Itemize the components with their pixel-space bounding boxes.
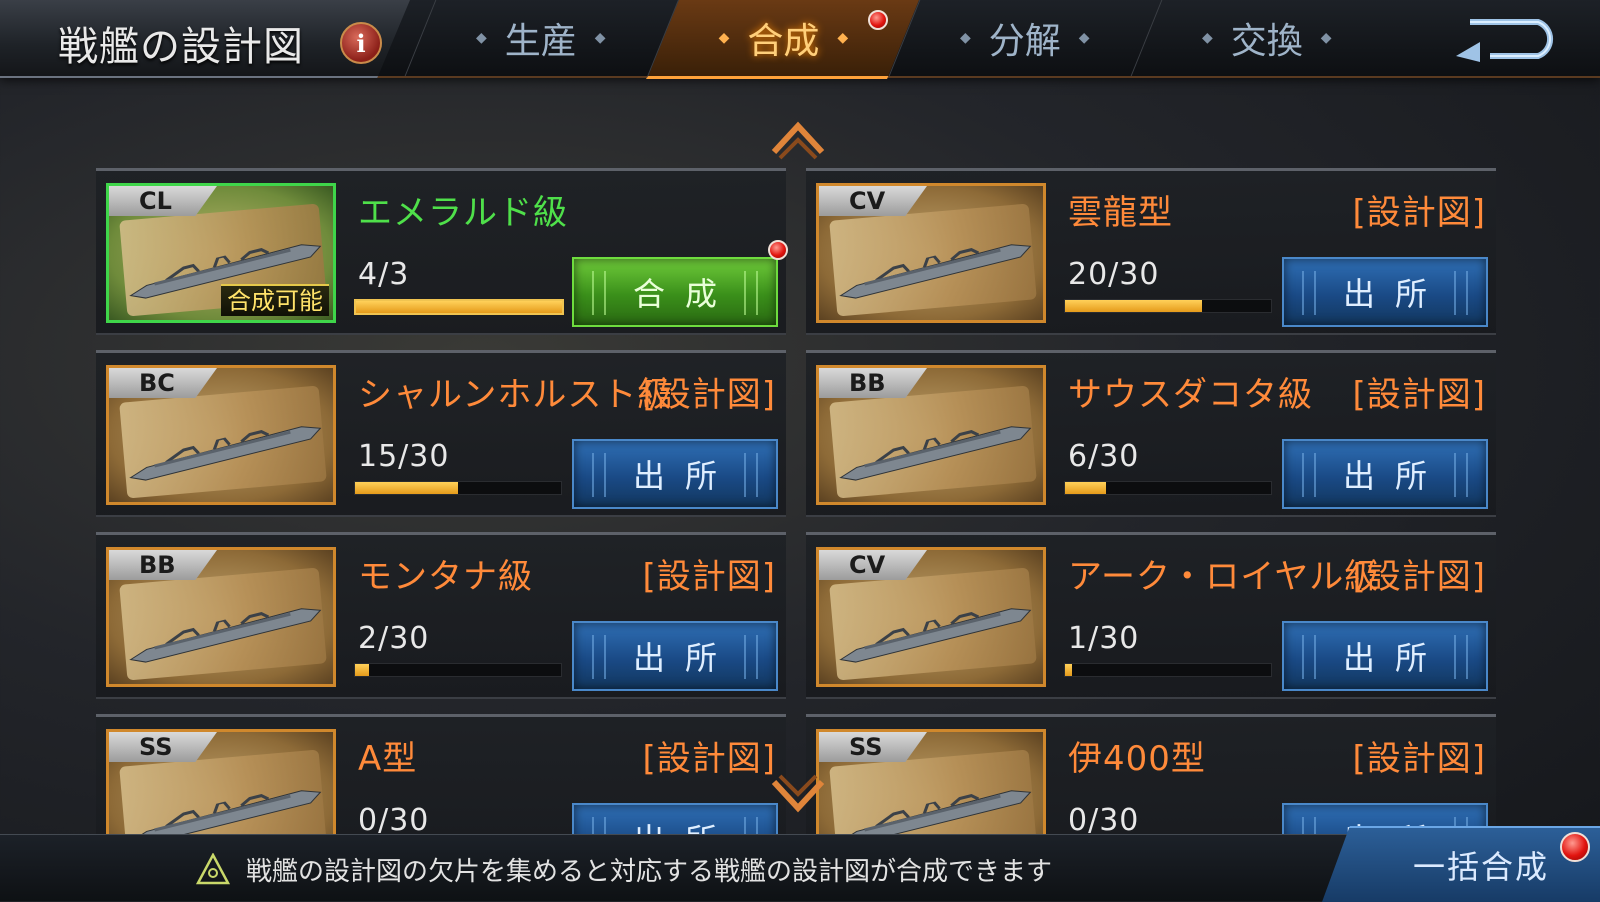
ship-name: エメラルド級 bbox=[358, 193, 568, 233]
blueprint-card[interactable]: BC シャルンホルスト級 [設計図] 15/30 出所 bbox=[96, 350, 786, 517]
ready-badge: 合成可能 bbox=[221, 284, 329, 316]
diamond-icon: ◆ bbox=[595, 30, 606, 46]
notification-dot bbox=[1560, 832, 1590, 862]
synthesize-button[interactable]: 合成 bbox=[572, 257, 778, 327]
source-button[interactable]: 出所 bbox=[572, 439, 778, 509]
ship-thumbnail[interactable]: CL 合成可能 bbox=[106, 183, 336, 323]
fragment-count: 20/30 bbox=[1068, 257, 1160, 292]
fragment-count: 2/30 bbox=[358, 621, 430, 656]
progress-fill bbox=[1065, 300, 1203, 312]
blueprint-tag: [設計図] bbox=[642, 739, 776, 779]
ship-name: サウスダコタ級 bbox=[1068, 375, 1313, 415]
blueprint-tag: [設計図] bbox=[1352, 739, 1486, 779]
fragment-count: 1/30 bbox=[1068, 621, 1140, 656]
diamond-icon: ◆ bbox=[718, 30, 730, 46]
page-title: 戦艦の設計図 bbox=[58, 24, 304, 70]
blueprint-tag: [設計図] bbox=[642, 557, 776, 597]
progress-bar bbox=[1064, 299, 1272, 313]
ship-type-tag: CV bbox=[819, 550, 927, 580]
ship-thumbnail[interactable]: BB bbox=[106, 547, 336, 687]
ship-name: シャルンホルスト級 bbox=[358, 375, 673, 415]
tab-label: 交換 bbox=[1230, 21, 1303, 62]
blueprint-card[interactable]: CV アーク・ロイヤル級 [設計図] 1/30 出所 bbox=[806, 532, 1496, 699]
ship-thumbnail[interactable]: BC bbox=[106, 365, 336, 505]
tab-label: 合成 bbox=[747, 21, 820, 62]
progress-bar bbox=[354, 481, 562, 495]
blueprint-tag: [設計図] bbox=[642, 375, 776, 415]
tab-label: 分解 bbox=[988, 21, 1061, 62]
notification-dot bbox=[768, 240, 788, 260]
ship-name: モンタナ級 bbox=[358, 557, 533, 597]
diamond-icon: ◆ bbox=[1079, 30, 1090, 46]
progress-fill bbox=[356, 301, 562, 313]
ship-name: 雲龍型 bbox=[1068, 193, 1173, 233]
diamond-icon: ◆ bbox=[476, 30, 487, 46]
bulk-synthesis-button[interactable]: 一括合成 bbox=[1322, 826, 1600, 902]
source-button[interactable]: 出所 bbox=[1282, 439, 1488, 509]
notification-dot bbox=[868, 10, 888, 30]
progress-bar bbox=[354, 663, 562, 677]
ship-type-tag: CL bbox=[109, 186, 217, 216]
ship-type-tag: BB bbox=[819, 368, 927, 398]
scroll-up-icon[interactable] bbox=[768, 112, 828, 162]
source-button[interactable]: 出所 bbox=[1282, 257, 1488, 327]
ship-name: アーク・ロイヤル級 bbox=[1068, 557, 1380, 597]
hint-text: 戦艦の設計図の欠片を集めると対応する戦艦の設計図が合成できます bbox=[246, 857, 1053, 887]
ship-type-tag: BC bbox=[109, 368, 217, 398]
ship-type-tag: SS bbox=[109, 732, 217, 762]
source-button[interactable]: 出所 bbox=[1282, 621, 1488, 691]
blueprint-tag: [設計図] bbox=[1352, 375, 1486, 415]
fragment-count: 0/30 bbox=[358, 803, 430, 838]
bulk-synthesis-label: 一括合成 bbox=[1412, 848, 1549, 886]
scroll-down-icon[interactable] bbox=[768, 772, 828, 822]
ship-type-tag: SS bbox=[819, 732, 927, 762]
info-icon[interactable]: i bbox=[340, 22, 382, 64]
fragment-count: 4/3 bbox=[358, 257, 410, 292]
fragment-count: 6/30 bbox=[1068, 439, 1140, 474]
ship-type-tag: CV bbox=[819, 186, 927, 216]
progress-fill bbox=[1065, 482, 1107, 494]
ship-name: A型 bbox=[358, 739, 418, 779]
progress-bar bbox=[1064, 481, 1272, 495]
back-arrow-icon[interactable] bbox=[1450, 16, 1562, 62]
top-bar: 戦艦の設計図 i ◆ 生産 ◆ ◆ 合成 ◆ ◆ 分解 ◆ ◆ 交換 ◆ bbox=[0, 0, 1600, 79]
ship-thumbnail[interactable]: CV bbox=[816, 547, 1046, 687]
tab-exchange[interactable]: ◆ 交換 ◆ bbox=[1130, 0, 1403, 76]
ship-thumbnail[interactable]: CV bbox=[816, 183, 1046, 323]
progress-bar bbox=[1064, 663, 1272, 677]
fragment-count: 0/30 bbox=[1068, 803, 1140, 838]
progress-fill bbox=[355, 482, 458, 494]
diamond-icon: ◆ bbox=[1202, 30, 1213, 46]
progress-fill bbox=[1065, 664, 1072, 676]
ship-thumbnail[interactable]: BB bbox=[816, 365, 1046, 505]
blueprint-card[interactable]: BB サウスダコタ級 [設計図] 6/30 出所 bbox=[806, 350, 1496, 517]
blueprint-card[interactable]: CL 合成可能 エメラルド級 4/3 合成 bbox=[96, 168, 786, 335]
blueprint-tag: [設計図] bbox=[1352, 557, 1486, 597]
blueprint-tag: [設計図] bbox=[1352, 193, 1486, 233]
tab-label: 生産 bbox=[504, 21, 577, 62]
blueprint-card[interactable]: BB モンタナ級 [設計図] 2/30 出所 bbox=[96, 532, 786, 699]
diamond-icon: ◆ bbox=[837, 30, 849, 46]
diamond-icon: ◆ bbox=[960, 30, 971, 46]
ship-type-tag: BB bbox=[109, 550, 217, 580]
fragment-count: 15/30 bbox=[358, 439, 450, 474]
tab-production[interactable]: ◆ 生産 ◆ bbox=[404, 0, 677, 76]
source-button[interactable]: 出所 bbox=[572, 621, 778, 691]
diamond-icon: ◆ bbox=[1321, 30, 1332, 46]
ship-name: 伊400型 bbox=[1068, 739, 1206, 779]
progress-fill bbox=[355, 664, 369, 676]
progress-bar bbox=[354, 299, 564, 315]
warning-icon bbox=[196, 853, 230, 885]
tab-dismantle[interactable]: ◆ 分解 ◆ bbox=[888, 0, 1161, 76]
blueprint-card[interactable]: CV 雲龍型 [設計図] 20/30 出所 bbox=[806, 168, 1496, 335]
